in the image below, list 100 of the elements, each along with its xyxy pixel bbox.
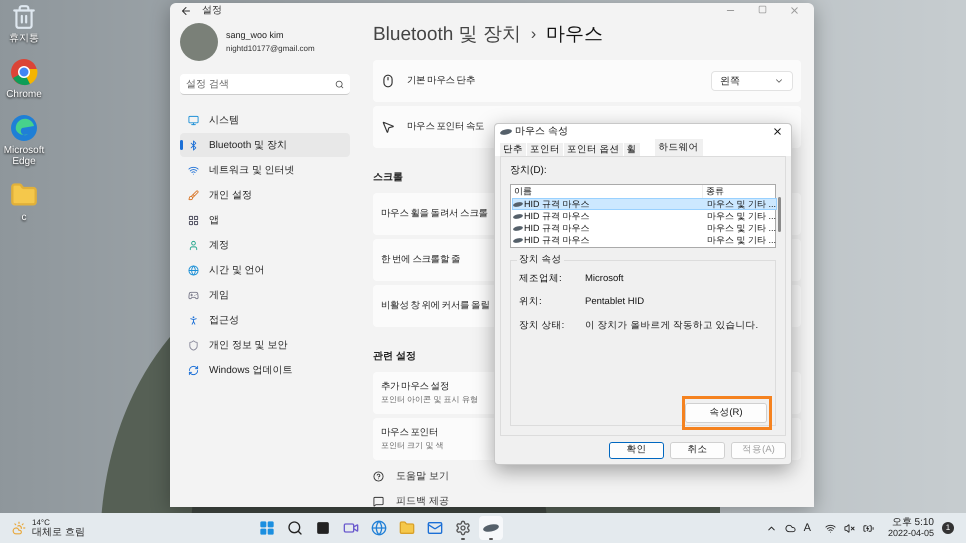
close-icon[interactable] <box>772 126 783 137</box>
device-type: 마우스 및 기타 ... <box>706 234 776 246</box>
setting-card[interactable]: 기본 마우스 단추 왼쪽 <box>373 60 801 102</box>
start-icon[interactable] <box>258 520 275 536</box>
footer-link[interactable]: 피드백 제공 <box>396 494 449 507</box>
clock-time[interactable]: 오후 5:10 <box>892 518 934 528</box>
dialog-button[interactable]: 확인 <box>609 442 664 459</box>
mail-icon[interactable] <box>426 520 443 536</box>
weather-temperature: 14°C <box>32 518 51 528</box>
dropdown[interactable]: 왼쪽 <box>711 71 793 91</box>
tab[interactable]: 포인터 옵션 <box>564 143 623 156</box>
nav-item[interactable]: 시간 및 언어 <box>180 258 350 282</box>
property-label: 제조업체: <box>519 272 563 286</box>
nav-item[interactable]: 계정 <box>180 233 350 257</box>
setting-label: 추가 마우스 설정 <box>381 380 450 394</box>
task-view-icon[interactable] <box>316 521 330 535</box>
setting-label: 마우스 포인터 <box>381 426 440 440</box>
nav-item[interactable]: Bluetooth 및 장치 <box>180 133 350 157</box>
nav-item[interactable]: 시스템 <box>180 108 350 132</box>
group-title: 장치 속성 <box>517 254 564 266</box>
input-indicator[interactable]: A <box>804 520 811 536</box>
search-icon[interactable] <box>286 520 303 536</box>
taskbar-app[interactable] <box>478 516 503 540</box>
setting-label: 기본 마우스 단추 <box>407 74 476 88</box>
device-row[interactable]: HID 규격 마우스 마우스 및 기타 ... <box>512 210 778 222</box>
property-value: Microsoft <box>585 272 624 286</box>
mouse-icon[interactable] <box>482 524 499 532</box>
device-row[interactable]: HID 규격 마우스 마우스 및 기타 ... <box>512 234 778 246</box>
notification-badge[interactable]: 1 <box>942 522 954 534</box>
nav-item[interactable]: 앱 <box>180 208 350 232</box>
accessibility-icon <box>188 314 199 326</box>
cloud-icon[interactable] <box>784 522 796 534</box>
setting-description: 포인터 아이콘 및 표시 유형 <box>381 394 478 406</box>
help-icon <box>373 471 384 482</box>
pointer-icon <box>381 120 395 134</box>
tab[interactable]: 휠 <box>624 143 640 156</box>
wifi-icon <box>188 164 199 176</box>
mouse-icon <box>500 128 512 134</box>
nav-item[interactable]: 개인 설정 <box>180 183 350 207</box>
recycle-bin-icon <box>11 4 37 30</box>
weather-condition: 대체로 흐림 <box>32 528 85 538</box>
apps-grid-icon <box>188 214 199 226</box>
setting-label: 마우스 휠을 돌려서 스크롤 <box>381 206 488 221</box>
device-type: 마우스 및 기타 ... <box>706 198 776 210</box>
section-header: 관련 설정 <box>373 350 416 364</box>
back-icon[interactable] <box>180 4 192 16</box>
setting-description: 포인터 크기 및 색 <box>381 440 444 452</box>
globe-icon <box>188 264 199 276</box>
properties-button[interactable]: 속성(R) <box>685 403 767 423</box>
device-name: HID 규격 마우스 <box>524 210 590 222</box>
dialog-title: 마우스 속성 <box>515 125 568 139</box>
shield-icon <box>188 340 199 350</box>
clock-date[interactable]: 2022-04-05 <box>888 528 934 538</box>
device-name: HID 규격 마우스 <box>524 222 590 234</box>
device-type: 마우스 및 기타 ... <box>706 210 776 222</box>
maximize-icon[interactable] <box>758 5 767 14</box>
bluetooth-icon <box>188 140 199 150</box>
device-name: HID 규격 마우스 <box>524 234 590 246</box>
devices-label: 장치(D): <box>510 164 548 178</box>
wifi-icon[interactable] <box>824 522 836 534</box>
settings-icon[interactable] <box>454 520 471 536</box>
property-value: Pentablet HID <box>585 295 644 310</box>
search-field[interactable]: 설정 검색 <box>180 74 350 95</box>
setting-label: 비활성 창 위에 커서를 올릴 <box>381 298 490 313</box>
nav-item[interactable]: 접근성 <box>180 308 350 332</box>
device-name: HID 규격 마우스 <box>524 198 590 210</box>
footer-link[interactable]: 도움말 보기 <box>396 469 449 484</box>
property-label: 위치: <box>519 295 543 310</box>
window-title: 설정 <box>202 4 222 18</box>
weather-icon <box>12 521 26 535</box>
tab[interactable]: 포인터 <box>527 143 563 156</box>
nav-item[interactable]: 게임 <box>180 283 350 307</box>
nav-item[interactable]: 개인 정보 및 보안 <box>180 333 350 357</box>
property-value: 이 장치가 올바르게 작동하고 있습니다. <box>585 318 758 332</box>
device-row[interactable]: HID 규격 마우스 마우스 및 기타 ... <box>512 198 778 210</box>
update-icon <box>188 364 199 376</box>
user-email: nightd10177@gmail.com <box>226 42 315 55</box>
tab[interactable]: 단추 <box>500 143 526 156</box>
user-name: sang_woo kim <box>226 29 285 42</box>
avatar-placeholder <box>180 23 218 61</box>
brush-icon <box>188 190 199 200</box>
setting-label: 한 번에 스크롤할 줄 <box>381 252 460 267</box>
device-row[interactable]: HID 규격 마우스 마우스 및 기타 ... <box>512 222 778 234</box>
search-icon <box>335 80 344 89</box>
mouse-icon <box>381 74 395 88</box>
browser-icon[interactable] <box>370 520 387 536</box>
scrollbar-thumb[interactable] <box>778 197 782 232</box>
nav-item[interactable]: 네트워크 및 인터넷 <box>180 158 350 182</box>
tab[interactable]: 하드웨어 <box>654 139 703 156</box>
browser-logo-icon <box>10 58 38 86</box>
section-header: 스크롤 <box>373 171 403 185</box>
nav-item[interactable]: Windows 업데이트 <box>180 358 350 382</box>
breadcrumb-separator: › <box>530 25 536 45</box>
battery-icon[interactable] <box>862 522 874 534</box>
breadcrumb-parent[interactable]: Bluetooth 및 장치 <box>373 20 521 50</box>
dialog-button[interactable]: 취소 <box>670 442 725 459</box>
column-header[interactable]: 종류 <box>703 185 778 198</box>
mute-icon[interactable] <box>844 522 855 534</box>
display-icon <box>188 114 199 126</box>
property-label: 장치 상태: <box>519 318 566 332</box>
